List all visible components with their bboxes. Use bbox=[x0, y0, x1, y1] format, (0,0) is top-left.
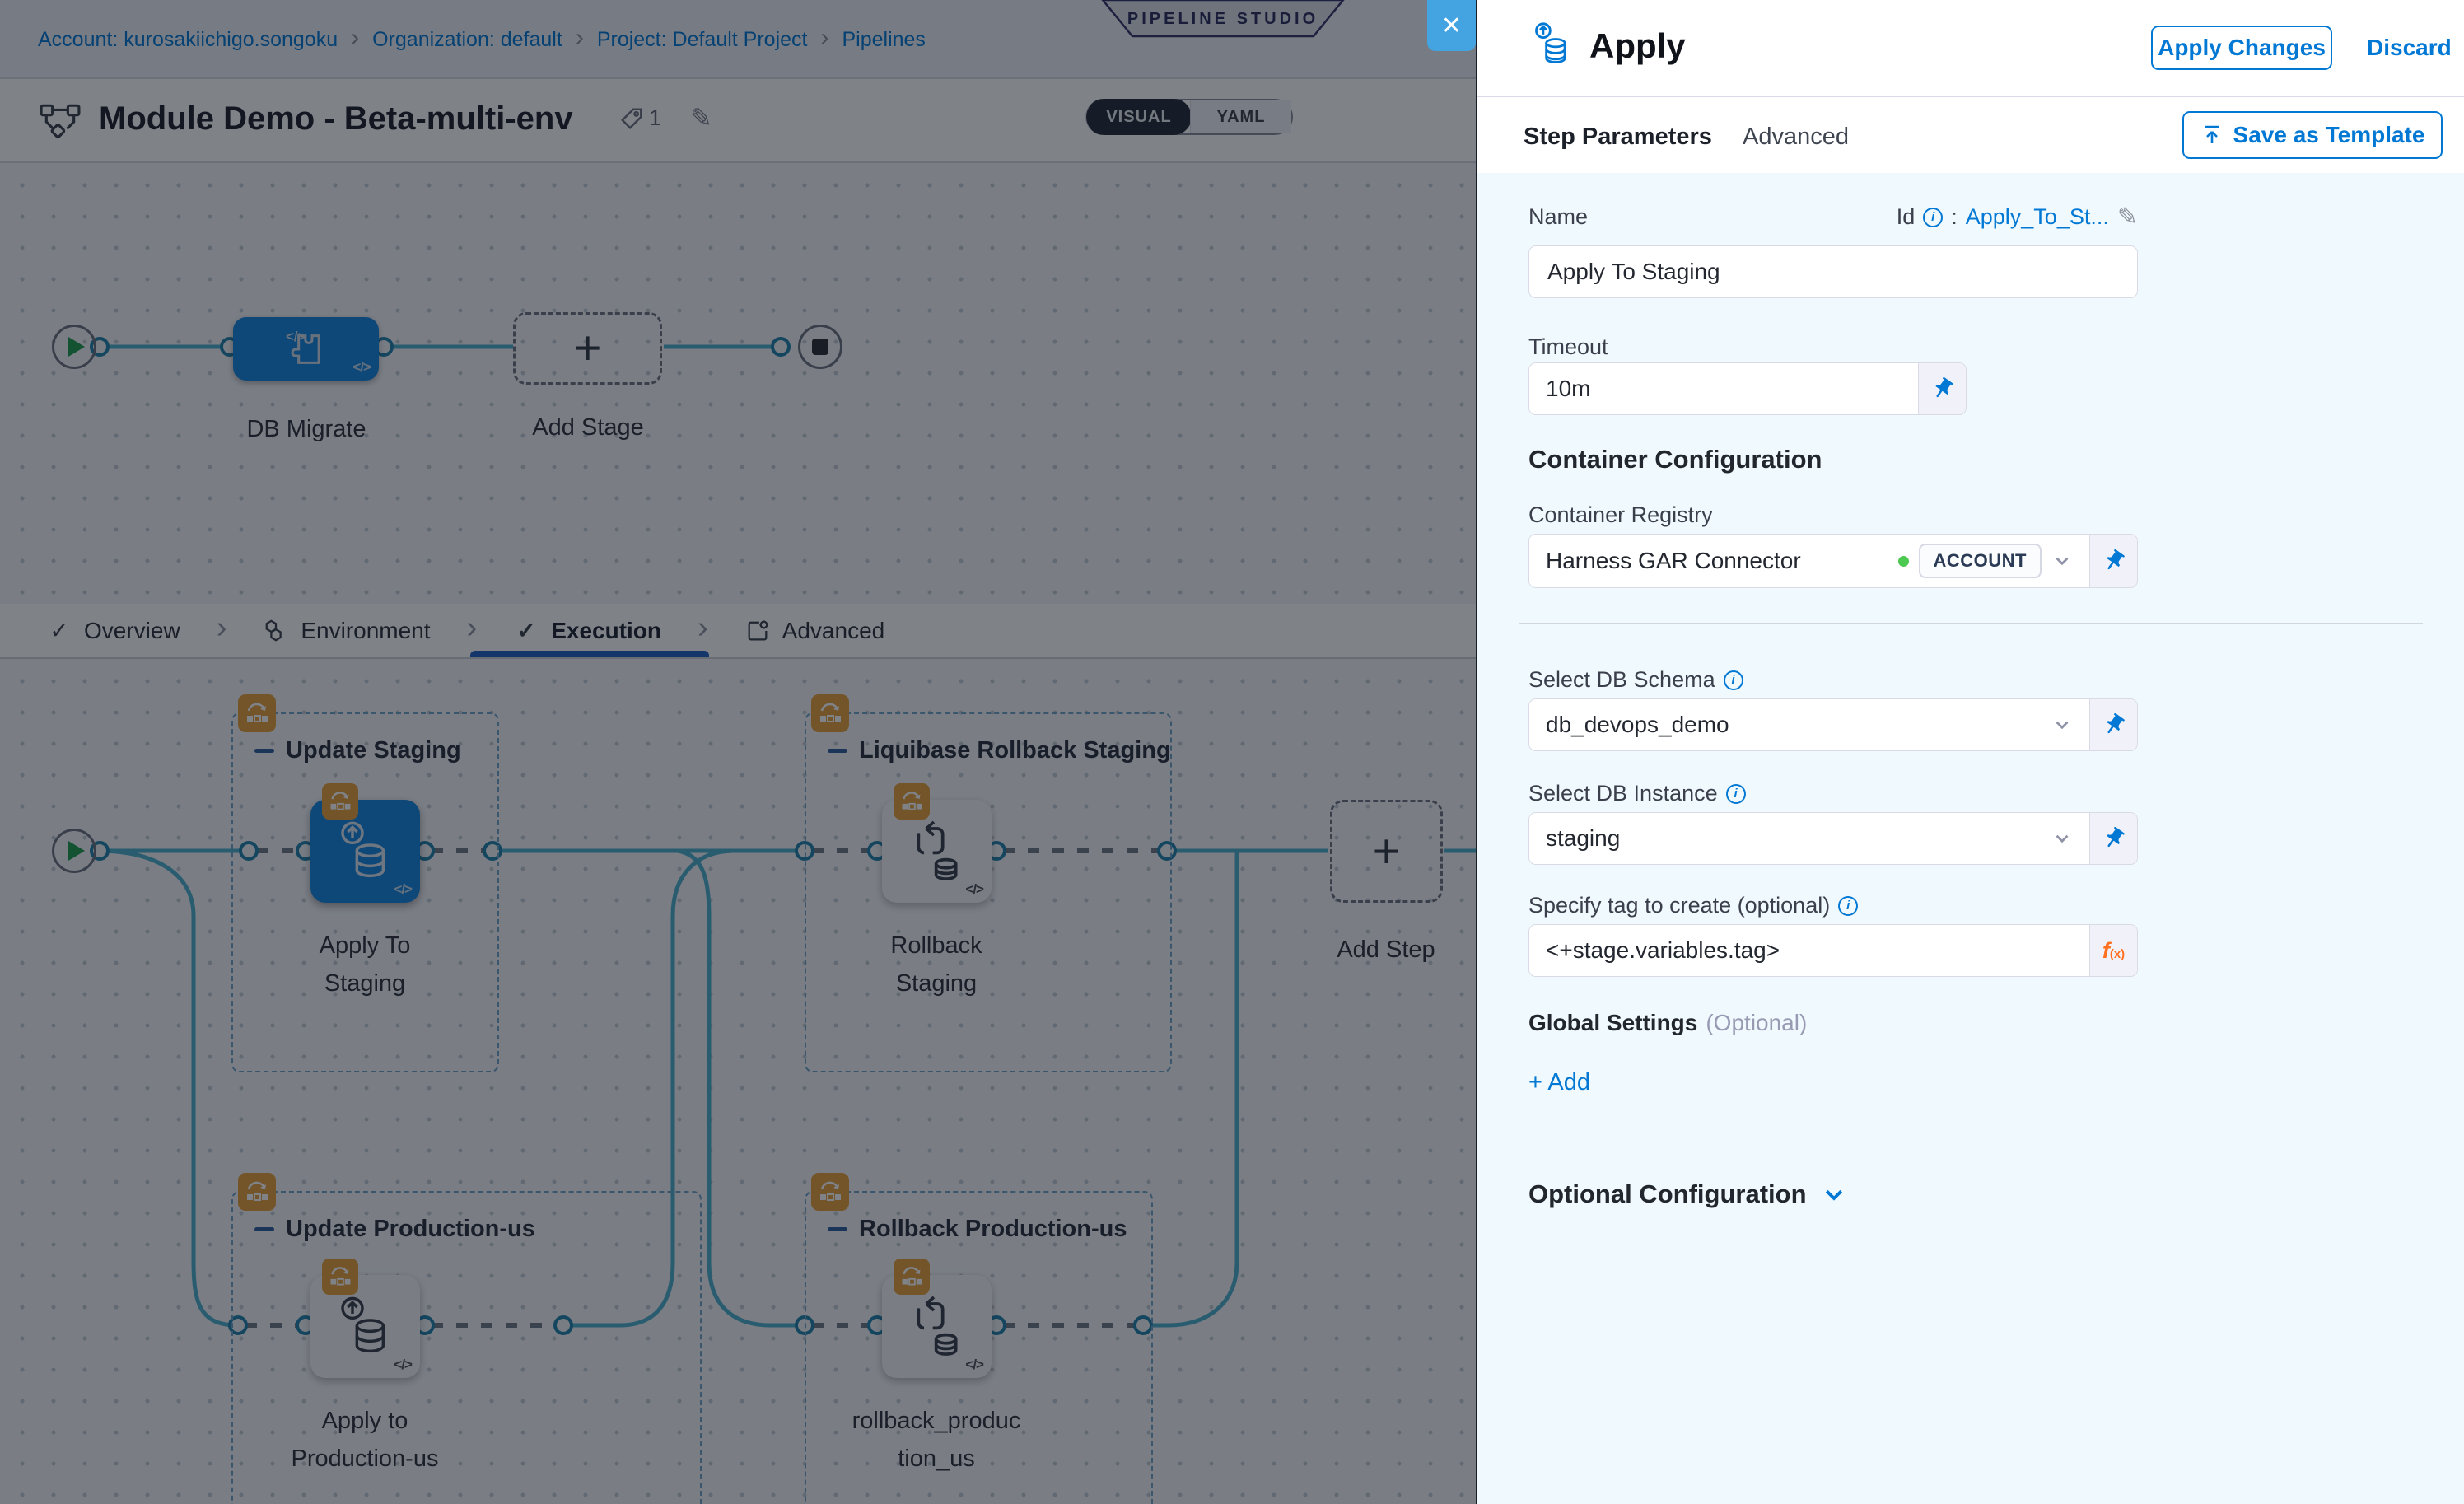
info-icon[interactable]: i bbox=[1726, 784, 1746, 804]
step-id-link[interactable]: Apply_To_St... bbox=[1966, 204, 2109, 230]
info-icon[interactable]: i bbox=[1724, 670, 1743, 690]
tag-to-create-field[interactable]: <+stage.variables.tag> f(x) bbox=[1528, 924, 2138, 977]
info-icon[interactable]: i bbox=[1923, 208, 1943, 227]
name-input[interactable] bbox=[1528, 245, 2138, 298]
panel-tabs: Step Parameters Advanced Save as Templat… bbox=[1477, 99, 2464, 173]
pin-runtime-input-button[interactable] bbox=[2089, 699, 2137, 750]
db-instance-select[interactable]: staging bbox=[1528, 812, 2138, 865]
pin-runtime-input-button[interactable] bbox=[1918, 363, 1966, 414]
db-instance-label: Select DB Instance i bbox=[1528, 781, 1746, 806]
global-settings-label: Global Settings (Optional) bbox=[1528, 1010, 1807, 1036]
id-colon: : bbox=[1951, 204, 1958, 230]
container-registry-field[interactable]: Harness GAR Connector ACCOUNT bbox=[1528, 534, 2138, 588]
upload-template-icon bbox=[2200, 124, 2224, 147]
scope-badge: ACCOUNT bbox=[1919, 544, 2042, 578]
connectivity-status-dot bbox=[1898, 556, 1909, 567]
close-panel-button[interactable]: ✕ bbox=[1427, 0, 1476, 51]
pipeline-studio-background: Account: kurosakiichigo.songoku › Organi… bbox=[0, 0, 1476, 1504]
section-divider bbox=[1519, 623, 2423, 624]
db-apply-icon bbox=[1530, 21, 1578, 69]
pin-icon bbox=[2102, 826, 2126, 851]
pin-runtime-input-button[interactable] bbox=[2089, 535, 2137, 587]
db-schema-label: Select DB Schema i bbox=[1528, 667, 1743, 693]
container-configuration-heading: Container Configuration bbox=[1528, 445, 1822, 474]
save-as-template-button[interactable]: Save as Template bbox=[2182, 111, 2443, 159]
pin-icon bbox=[2102, 712, 2126, 737]
chevron-down-icon[interactable] bbox=[2051, 828, 2073, 849]
add-global-setting-button[interactable]: + Add bbox=[1528, 1069, 1590, 1096]
db-schema-value: db_devops_demo bbox=[1546, 712, 2042, 738]
chevron-down-icon[interactable] bbox=[2051, 714, 2073, 736]
apply-changes-button[interactable]: Apply Changes bbox=[2151, 26, 2332, 70]
tag-to-create-value: <+stage.variables.tag> bbox=[1546, 937, 2073, 964]
pin-icon bbox=[1930, 376, 1955, 401]
container-registry-value: Harness GAR Connector bbox=[1546, 548, 1888, 574]
pin-runtime-input-button[interactable] bbox=[2089, 813, 2137, 864]
tag-to-create-label: Specify tag to create (optional) i bbox=[1528, 893, 1858, 918]
timeout-field[interactable]: 10m bbox=[1528, 362, 1967, 415]
panel-header: Apply Apply Changes Discard bbox=[1477, 0, 2464, 97]
tab-step-parameters[interactable]: Step Parameters bbox=[1524, 124, 1712, 151]
pin-icon bbox=[2102, 549, 2126, 573]
db-instance-value: staging bbox=[1546, 825, 2042, 852]
id-label: Id bbox=[1897, 204, 1916, 230]
fx-icon: f(x) bbox=[2102, 938, 2125, 964]
edit-id-icon[interactable]: ✎ bbox=[2117, 203, 2138, 231]
modal-dim-overlay bbox=[0, 0, 1476, 1504]
timeout-label: Timeout bbox=[1528, 334, 1608, 360]
step-config-panel: Apply Apply Changes Discard Step Paramet… bbox=[1476, 0, 2464, 1504]
info-icon[interactable]: i bbox=[1838, 896, 1858, 916]
panel-title: Apply bbox=[1589, 26, 1686, 66]
name-label: Name bbox=[1528, 204, 1588, 230]
timeout-value: 10m bbox=[1546, 376, 1902, 402]
tab-advanced[interactable]: Advanced bbox=[1743, 124, 1849, 151]
expression-input-button[interactable]: f(x) bbox=[2089, 925, 2137, 976]
pipeline-studio-app: Account: kurosakiichigo.songoku › Organi… bbox=[0, 0, 2464, 1504]
optional-configuration-toggle[interactable]: Optional Configuration bbox=[1528, 1179, 1846, 1209]
chevron-down-icon[interactable] bbox=[2051, 550, 2073, 572]
db-schema-select[interactable]: db_devops_demo bbox=[1528, 698, 2138, 751]
close-icon: ✕ bbox=[1441, 12, 1462, 40]
chevron-down-icon bbox=[1822, 1182, 1846, 1207]
discard-button[interactable]: Discard bbox=[2367, 35, 2452, 61]
panel-content: Name Id i : Apply_To_St... ✎ Timeout 10m bbox=[1477, 173, 2464, 1504]
container-registry-label: Container Registry bbox=[1528, 502, 1713, 528]
